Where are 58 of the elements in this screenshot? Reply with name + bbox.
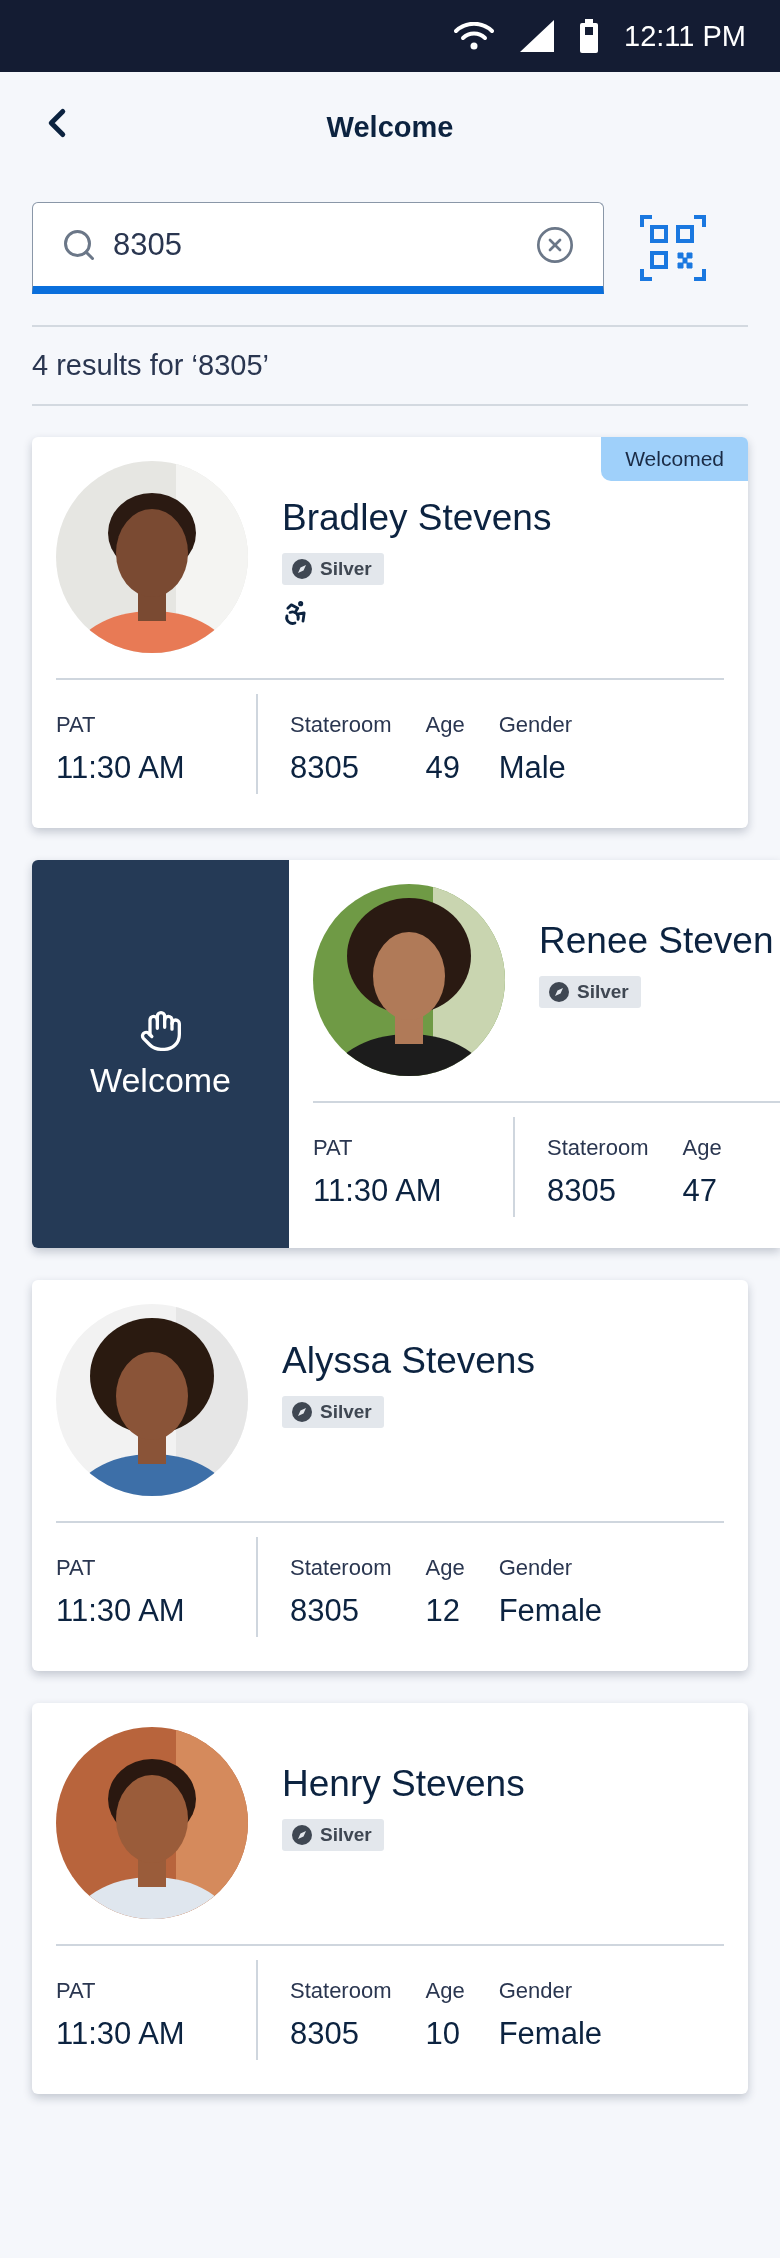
- status-time: 12:11 PM: [624, 19, 746, 53]
- signal-icon: [520, 20, 554, 52]
- compass-icon: [292, 1402, 312, 1422]
- search-field[interactable]: 8305: [32, 202, 604, 294]
- compass-icon: [549, 982, 569, 1002]
- stat-value: Female: [498, 1593, 603, 1629]
- stat-label: Gender: [498, 712, 573, 738]
- stat-value: 11:30 AM: [56, 1593, 186, 1629]
- stat-label: Age: [425, 712, 465, 738]
- stat-value: 11:30 AM: [313, 1173, 443, 1209]
- guest-name: Bradley Stevens: [282, 497, 552, 539]
- stat-value: Male: [498, 750, 567, 786]
- results-summary: 4 results for ‘8305’: [31, 348, 270, 383]
- stat-label: PAT: [56, 1978, 97, 2004]
- stat-label: Gender: [498, 1555, 574, 1581]
- stat-value: 11:30 AM: [56, 750, 186, 786]
- guest-card[interactable]: Welcomed Bradley Stevens Silver PAT 11:30 AM Stateroom 8305 Age 49 Gender Male: [32, 437, 748, 828]
- search-input[interactable]: 8305: [111, 225, 521, 264]
- guest-card[interactable]: Henry Stevens Silver PAT 11:30 AM Stateroom 8305 Age 10 Gender Female: [32, 1703, 748, 2094]
- guest-name: Alyssa Stevens: [282, 1340, 535, 1382]
- tier-badge: Silver: [539, 976, 641, 1008]
- stat-label: PAT: [56, 712, 97, 738]
- compass-icon: [292, 1825, 312, 1845]
- stat-label: PAT: [313, 1135, 354, 1161]
- guest-card[interactable]: Alyssa Stevens Silver PAT 11:30 AM Stateroom 8305 Age 12 Gender Female: [32, 1280, 748, 1671]
- stat-value: 8305: [290, 750, 360, 786]
- guest-name: Renee Steven: [539, 920, 774, 962]
- tier-badge: Silver: [282, 1819, 384, 1851]
- stat-label: Stateroom: [290, 1978, 392, 2004]
- status-tag: Welcomed: [601, 437, 748, 481]
- battery-icon: [580, 19, 598, 53]
- stat-label: Gender: [498, 1978, 574, 2004]
- stat-value: 8305: [290, 2016, 360, 2052]
- stat-value: 49: [425, 750, 461, 786]
- stat-value: 12: [425, 1593, 461, 1629]
- stat-value: Female: [498, 2016, 603, 2052]
- guest-card[interactable]: Welcome Renee Steven Silver PAT 11:30 AM Stateroom 8305 Age 47: [32, 860, 780, 1248]
- wifi-icon: [454, 22, 494, 50]
- stat-label: Stateroom: [290, 1555, 392, 1581]
- tier-badge: Silver: [282, 553, 384, 585]
- stat-label: Age: [425, 1978, 465, 2004]
- welcome-action-button[interactable]: Welcome: [32, 860, 289, 1248]
- stat-label: Stateroom: [547, 1135, 649, 1161]
- tier-badge: Silver: [282, 1396, 384, 1428]
- compass-icon: [292, 559, 312, 579]
- stat-value: 8305: [547, 1173, 617, 1209]
- qr-scan-button[interactable]: [640, 215, 706, 281]
- stat-value: 11:30 AM: [56, 2016, 186, 2052]
- stat-label: PAT: [56, 1555, 97, 1581]
- stat-label: Age: [682, 1135, 722, 1161]
- stat-value: 47: [682, 1173, 718, 1209]
- screen-title: Welcome: [326, 110, 454, 144]
- clear-button[interactable]: [535, 224, 575, 265]
- stat-value: 8305: [290, 1593, 360, 1629]
- stat-value: 10: [425, 2016, 461, 2052]
- guest-name: Henry Stevens: [282, 1763, 525, 1805]
- stat-label: Stateroom: [290, 712, 392, 738]
- stat-label: Age: [425, 1555, 465, 1581]
